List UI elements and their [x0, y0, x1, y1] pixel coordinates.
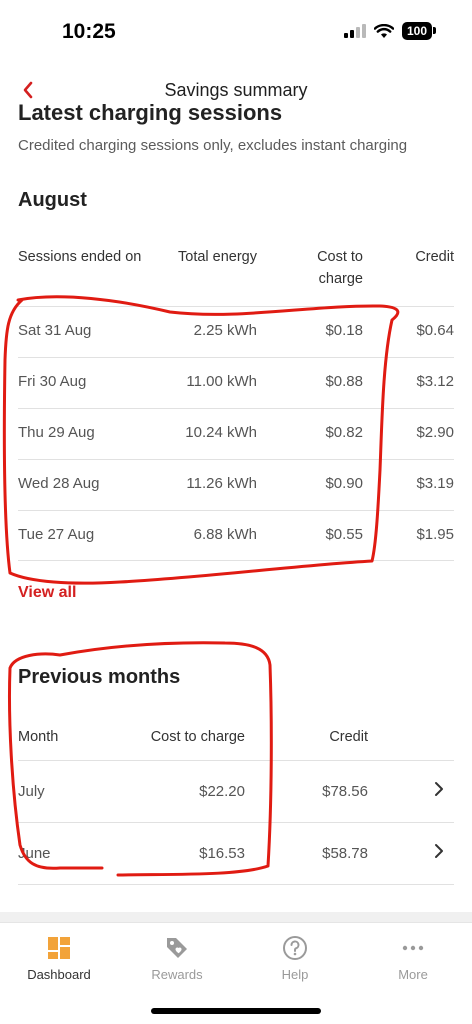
column-header-credit: Credit [415, 249, 454, 265]
session-credit: $0.64 [416, 322, 454, 339]
month-credit: $58.78 [322, 845, 368, 862]
table-row: Sat 31 Aug 2.25 kWh $0.18 $0.64 [18, 306, 454, 357]
session-energy: 6.88 kWh [193, 526, 257, 543]
column-header-credit: Credit [329, 729, 368, 745]
tag-icon [167, 938, 187, 958]
month-name: July [18, 783, 45, 800]
session-date: Thu 29 Aug [18, 424, 95, 441]
chevron-right-icon [435, 782, 443, 796]
latest-sessions-subtitle: Credited charging sessions only, exclude… [18, 137, 408, 154]
home-indicator [151, 1008, 321, 1014]
table-divider [18, 884, 454, 885]
tab-label: Help [281, 967, 309, 982]
month-name: June [18, 845, 51, 862]
session-energy: 2.25 kWh [193, 322, 257, 339]
column-header-cost: Cost to charge [150, 729, 245, 745]
status-bar: 10:25 100 [0, 0, 472, 60]
column-header-sessions: Sessions ended on [18, 249, 142, 265]
month-cost: $22.20 [199, 783, 245, 800]
wifi-icon [373, 23, 394, 38]
cellular-signal-icon [343, 24, 366, 38]
session-energy: 11.26 kWh [186, 475, 257, 492]
tab-bar: Dashboard Rewards Help More [0, 922, 472, 1024]
scroll-content[interactable]: Latest charging sessions Credited chargi… [0, 96, 472, 916]
session-cost: $0.55 [325, 526, 363, 543]
month-cost: $16.53 [199, 845, 245, 862]
session-date: Wed 28 Aug [18, 475, 100, 492]
session-credit: $3.12 [416, 373, 454, 390]
tab-more[interactable]: More [358, 933, 468, 982]
status-time: 10:25 [62, 20, 116, 43]
table-row: Thu 29 Aug 10.24 kWh $0.82 $2.90 [18, 408, 454, 459]
previous-months-heading: Previous months [18, 666, 181, 688]
column-header-cost: Cost to charge [317, 249, 363, 287]
column-header-month: Month [18, 729, 59, 745]
session-date: Fri 30 Aug [18, 373, 87, 390]
more-icon [402, 945, 424, 951]
tab-label: Dashboard [27, 967, 91, 982]
session-cost: $0.90 [325, 475, 363, 492]
session-energy: 10.24 kWh [185, 424, 257, 441]
table-row: Wed 28 Aug 11.26 kWh $0.90 $3.19 [18, 459, 454, 510]
tab-rewards[interactable]: Rewards [122, 933, 232, 982]
month-credit: $78.56 [322, 783, 368, 800]
table-row: Fri 30 Aug 11.00 kWh $0.88 $3.12 [18, 357, 454, 408]
session-date: Tue 27 Aug [18, 526, 95, 543]
section-divider [0, 912, 472, 922]
session-credit: $1.95 [416, 526, 454, 543]
session-credit: $3.19 [416, 475, 454, 492]
battery-icon: 100 [401, 22, 437, 40]
dashboard-icon [48, 937, 70, 959]
session-credit: $2.90 [416, 424, 454, 441]
tab-label: More [398, 967, 428, 982]
month-heading: August [18, 189, 87, 211]
session-cost: $0.82 [325, 424, 363, 441]
tab-help[interactable]: Help [240, 933, 350, 982]
help-icon [283, 936, 307, 960]
session-date: Sat 31 Aug [18, 322, 92, 339]
tab-label: Rewards [151, 967, 203, 982]
month-row-july[interactable]: July $22.20 $78.56 [18, 760, 454, 822]
status-icons: 100 [343, 22, 437, 40]
month-row-june[interactable]: June $16.53 $58.78 [18, 822, 454, 884]
chevron-right-icon [435, 844, 443, 858]
session-cost: $0.88 [325, 373, 363, 390]
sessions-table-header: Sessions ended on Total energy Cost to c… [18, 246, 454, 296]
session-energy: 11.00 kWh [186, 373, 257, 390]
tab-dashboard[interactable]: Dashboard [4, 933, 114, 982]
table-row: Tue 27 Aug 6.88 kWh $0.55 $1.95 [18, 510, 454, 561]
latest-sessions-heading: Latest charging sessions [18, 100, 283, 125]
view-all-link[interactable]: View all [18, 584, 76, 602]
session-cost: $0.18 [325, 322, 363, 339]
column-header-energy: Total energy [178, 249, 257, 265]
